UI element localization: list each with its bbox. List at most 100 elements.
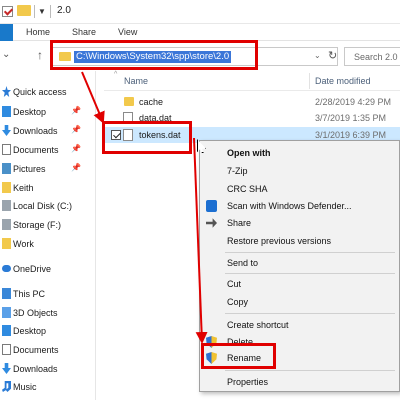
sidebar-item-local-disk[interactable]: Local Disk (C:) [0, 197, 92, 215]
sidebar-item-keith[interactable]: Keith [0, 179, 92, 197]
menu-item-open-with[interactable]: Open with [200, 144, 400, 162]
downloads-icon [2, 363, 11, 374]
menu-item-label: Scan with Windows Defender... [227, 201, 352, 211]
window-title: 2.0 [57, 5, 71, 16]
sidebar-item-desktop[interactable]: Desktop 📌 [0, 103, 92, 121]
documents-icon [2, 344, 11, 355]
sidebar-item-label: Documents [13, 145, 59, 155]
address-bar[interactable]: C:\Windows\System32\spp\store\2.0 ⌄ ↻ [51, 47, 338, 66]
sidebar-item-documents[interactable]: Documents 📌 [0, 141, 92, 159]
context-menu: Open with 7-Zip CRC SHA Scan with Window… [199, 140, 400, 392]
sidebar-item-documents-pc[interactable]: Documents [0, 341, 92, 359]
menu-item-create-shortcut[interactable]: Create shortcut [200, 316, 400, 334]
file-date: 3/7/2019 1:35 PM [315, 113, 387, 123]
menu-item-send-to[interactable]: Send to [200, 254, 400, 272]
menu-item-label: Create shortcut [227, 320, 289, 330]
sidebar-item-label: OneDrive [13, 264, 52, 274]
search-placeholder: Search 2.0 [354, 52, 398, 62]
drive-icon [2, 219, 11, 230]
search-input[interactable]: Search 2.0 [344, 47, 400, 66]
menu-item-7zip[interactable]: 7-Zip [200, 162, 400, 180]
sidebar-item-downloads[interactable]: Downloads 📌 [0, 122, 92, 140]
ribbon-tabs: Home Share View [0, 24, 400, 41]
menu-item-label: Send to [227, 258, 259, 268]
file-row[interactable]: cache 2/28/2019 4:29 PM [104, 94, 400, 110]
menu-separator [225, 370, 395, 371]
menu-item-rename[interactable]: Rename [200, 349, 400, 367]
menu-item-crc-sha[interactable]: CRC SHA [200, 180, 400, 198]
recent-locations-icon[interactable]: ⌄ [2, 49, 10, 60]
navigation-pane: Quick access Desktop 📌 Downloads 📌 Docum… [0, 79, 92, 400]
menu-item-label: Copy [227, 297, 249, 307]
sidebar-item-label: 3D Objects [13, 308, 58, 318]
column-header-date[interactable]: Date modified [315, 76, 371, 86]
sidebar-item-pictures[interactable]: Pictures 📌 [0, 160, 92, 178]
sidebar-item-this-pc[interactable]: This PC [0, 285, 92, 303]
menu-item-share[interactable]: Share [200, 214, 400, 232]
pin-icon[interactable]: 📌 [71, 163, 81, 172]
windows-defender-icon [206, 200, 217, 212]
chevron-down-icon[interactable]: ⌄ [314, 51, 321, 60]
sidebar-item-desktop-pc[interactable]: Desktop [0, 322, 92, 340]
file-name: tokens.dat [139, 130, 181, 140]
pin-icon[interactable]: 📌 [71, 106, 81, 115]
sidebar-item-storage[interactable]: Storage (F:) [0, 216, 92, 234]
menu-item-copy[interactable]: Copy [200, 293, 400, 311]
checkbox-icon[interactable] [2, 6, 13, 17]
column-headers: ^ Name Date modified [104, 71, 400, 91]
up-arrow-icon[interactable]: ↑ [37, 48, 43, 62]
uac-shield-icon [206, 336, 217, 348]
sidebar-item-label: Storage (F:) [13, 220, 62, 230]
tab-home[interactable]: Home [26, 27, 50, 37]
menu-item-label: Share [227, 218, 252, 228]
cloud-icon [2, 265, 11, 272]
sidebar-item-quick-access[interactable]: Quick access [0, 83, 92, 101]
sidebar-item-label: Keith [13, 183, 34, 193]
folder-icon [2, 238, 11, 249]
sidebar-item-downloads-pc[interactable]: Downloads [0, 360, 92, 378]
tab-share[interactable]: Share [72, 27, 96, 37]
menu-item-label: CRC SHA [227, 184, 268, 194]
file-name: data.dat [139, 113, 172, 123]
file-date: 2/28/2019 4:29 PM [315, 97, 392, 107]
sidebar-item-onedrive[interactable]: OneDrive [0, 260, 92, 278]
divider [34, 5, 35, 18]
menu-item-scan-defender[interactable]: Scan with Windows Defender... [200, 197, 400, 215]
tab-file[interactable] [0, 24, 13, 41]
menu-item-restore-versions[interactable]: Restore previous versions [200, 232, 400, 250]
file-row[interactable]: data.dat 3/7/2019 1:35 PM [104, 110, 400, 126]
pin-icon[interactable]: 📌 [71, 144, 81, 153]
sidebar-item-music[interactable]: Music [0, 378, 92, 396]
menu-item-label: Open with [227, 148, 271, 158]
sidebar-item-label: Downloads [13, 126, 58, 136]
folder-icon [124, 97, 134, 106]
refresh-icon[interactable]: ↻ [328, 49, 337, 62]
pin-icon[interactable]: 📌 [71, 125, 81, 134]
star-icon [2, 86, 11, 97]
tab-view[interactable]: View [118, 27, 137, 37]
uac-shield-icon [206, 352, 217, 364]
sidebar-item-label: Desktop [13, 107, 47, 117]
sidebar-item-label: Downloads [13, 364, 58, 374]
music-icon [2, 381, 11, 392]
pane-divider[interactable] [95, 71, 96, 400]
3d-objects-icon [2, 307, 11, 318]
sidebar-item-label: Local Disk (C:) [13, 201, 73, 211]
sidebar-item-work[interactable]: Work [0, 235, 92, 253]
navigation-bar: ⌄ ↑ C:\Windows\System32\spp\store\2.0 ⌄ … [0, 41, 400, 71]
menu-item-cut[interactable]: Cut [200, 275, 400, 293]
column-resize-handle[interactable] [309, 73, 310, 89]
sidebar-item-3d-objects[interactable]: 3D Objects [0, 304, 92, 322]
address-path[interactable]: C:\Windows\System32\spp\store\2.0 [74, 51, 232, 63]
sidebar-item-label: Quick access [13, 87, 67, 97]
row-checkbox[interactable] [111, 130, 121, 140]
menu-item-label: Properties [227, 377, 269, 387]
column-header-name[interactable]: Name [124, 76, 148, 86]
menu-item-label: 7-Zip [227, 166, 248, 176]
file-icon [123, 112, 133, 124]
drive-icon [2, 200, 11, 211]
menu-item-properties[interactable]: Properties [200, 373, 400, 391]
quick-access-dropdown-icon[interactable]: ▼ [38, 7, 46, 16]
desktop-icon [2, 325, 11, 336]
sidebar-item-label: Work [13, 239, 34, 249]
